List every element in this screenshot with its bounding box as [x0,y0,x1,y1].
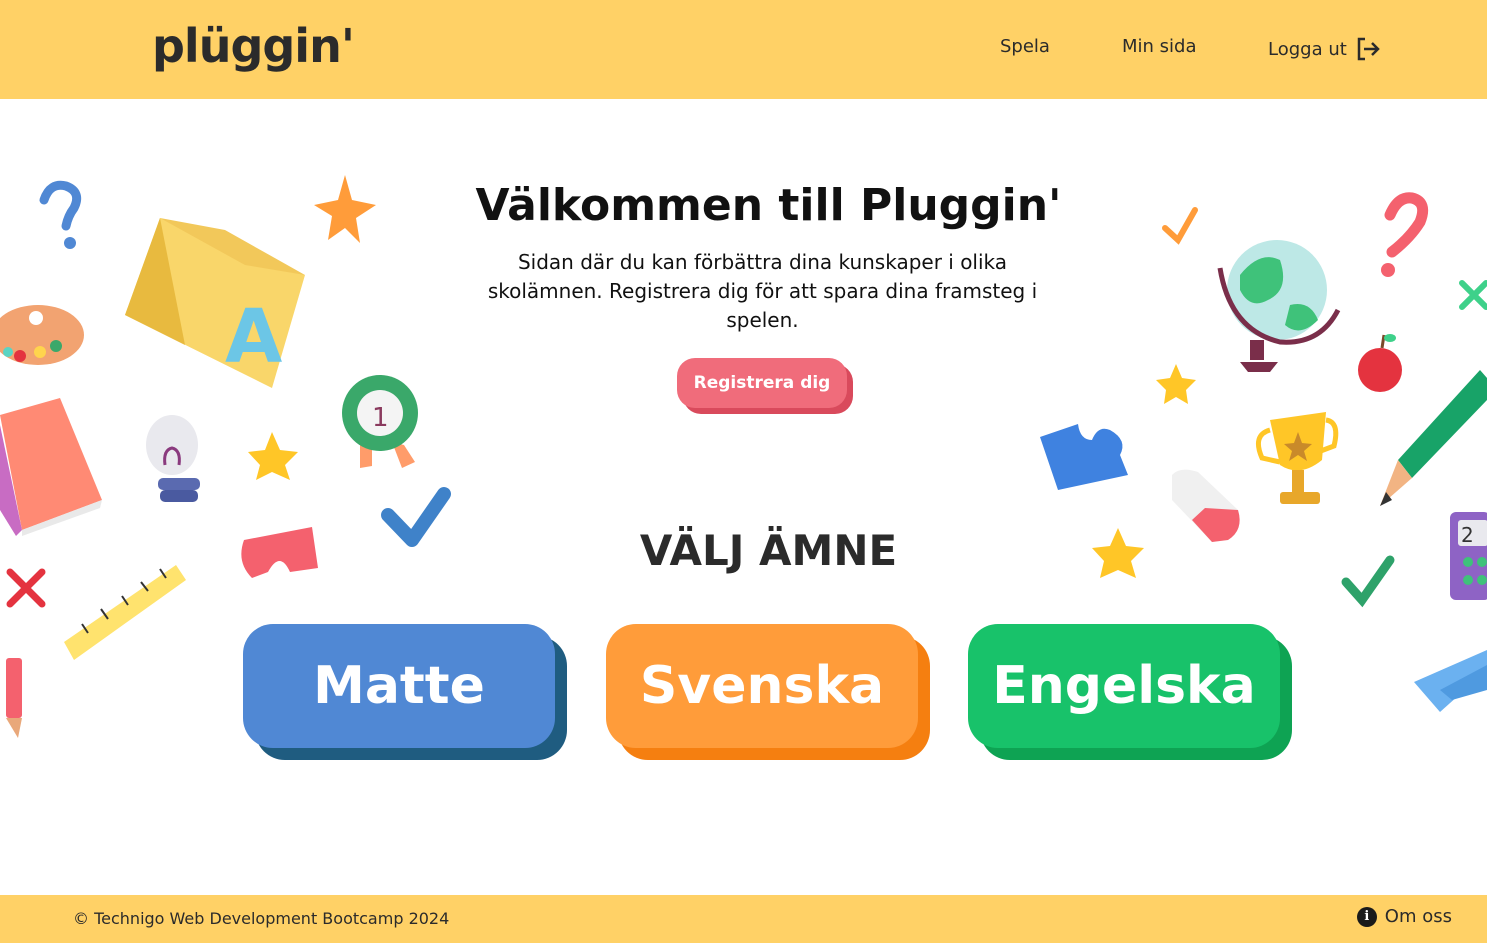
paper-plane-icon [1414,650,1487,712]
svg-text:1: 1 [372,403,389,433]
pencil-green-icon [1380,370,1487,506]
letter-block-icon: A [125,218,305,388]
info-icon: i [1356,906,1377,927]
welcome-title: Välkommen till Pluggin' [475,180,1062,231]
logout-icon [1357,37,1380,61]
pencil-red-icon [6,658,22,738]
star-yellow-icon [248,432,298,480]
pluggin-logo[interactable]: plüggin' [152,18,355,74]
svg-text:A: A [225,294,282,380]
paint-palette-icon [0,305,84,365]
top-header: plüggin' Spela Min sida Logga ut [0,0,1487,99]
star-small-icon [1156,364,1196,404]
subject-button-matte[interactable]: Matte [243,624,555,748]
about-us-label: Om oss [1384,906,1452,927]
trophy-icon [1255,412,1339,504]
register-button[interactable]: Registrera dig [677,358,847,408]
book-icon [0,398,102,536]
subject-button-engelska[interactable]: Engelska [968,624,1280,748]
lightbulb-icon [146,415,200,502]
about-us-link[interactable]: i Om oss [1356,906,1452,927]
choose-subject-heading: VÄLJ ÄMNE [639,526,898,575]
nav-play-link[interactable]: Spela [1000,36,1050,57]
footer: © Technigo Web Development Bootcamp 2024… [0,895,1487,943]
globe-icon [1217,240,1341,372]
copyright-text: © Technigo Web Development Bootcamp 2024 [73,909,450,928]
nav-my-page-link[interactable]: Min sida [1122,36,1197,57]
subject-button-svenska[interactable]: Svenska [606,624,918,748]
nav-logout-link[interactable]: Logga ut [1268,36,1381,62]
apple-icon [1358,334,1402,392]
logout-label: Logga ut [1268,38,1347,60]
cross-green-icon [1459,280,1487,310]
ruler-icon [64,565,186,660]
cross-red-icon [6,568,46,608]
medal-icon: 1 [342,375,418,468]
welcome-description: Sidan där du kan förbättra dina kunskape… [487,250,1038,332]
puzzle-piece-blue-icon [1040,424,1128,490]
